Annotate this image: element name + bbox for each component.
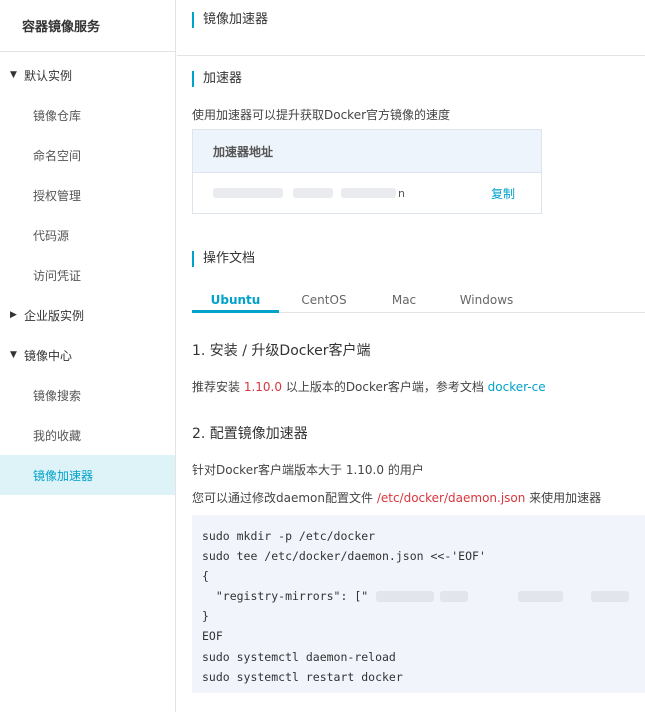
sidebar-item-authorization[interactable]: 授权管理: [0, 175, 175, 215]
step1-title: 1. 安装 / 升级Docker客户端: [192, 343, 371, 359]
caret-down-icon: ▼: [10, 70, 17, 80]
step1-text-middle: 以上版本的Docker客户端，参考文档: [282, 380, 488, 394]
daemon-json-path: /etc/docker/daemon.json: [376, 491, 526, 505]
accelerator-address-row: n 复制: [193, 173, 541, 213]
tab-centos[interactable]: CentOS: [279, 287, 369, 313]
code-line: sudo mkdir -p /etc/docker: [202, 529, 376, 543]
step2-title: 2. 配置镜像加速器: [192, 426, 308, 442]
redacted-mirror-part: [440, 591, 469, 603]
sidebar-item-namespaces[interactable]: 命名空间: [0, 135, 175, 175]
sidebar-title: 容器镜像服务: [0, 0, 175, 52]
caret-right-icon: ▶: [10, 310, 17, 320]
redacted-mirror-part: [591, 591, 630, 603]
redacted-address-part: [213, 188, 283, 198]
tab-mac[interactable]: Mac: [369, 287, 439, 313]
sidebar-item-image-search[interactable]: 镜像搜索: [0, 375, 175, 415]
step1-text-before: 推荐安装: [192, 380, 244, 394]
accelerator-description: 使用加速器可以提升获取Docker官方镜像的速度: [192, 108, 451, 122]
redacted-address-part: [293, 188, 333, 198]
docker-ce-link[interactable]: docker-ce: [488, 380, 546, 394]
sidebar-item-code-source[interactable]: 代码源: [0, 215, 175, 255]
sidebar-item-favorites[interactable]: 我的收藏: [0, 415, 175, 455]
code-line: {: [202, 569, 209, 584]
code-line: EOF: [202, 629, 223, 644]
sidebar-item-repositories[interactable]: 镜像仓库: [0, 95, 175, 135]
page-header: 镜像加速器: [177, 0, 645, 56]
main-content: 镜像加速器 加速器 使用加速器可以提升获取Docker官方镜像的速度 加速器地址…: [177, 0, 645, 712]
copy-button[interactable]: 复制: [491, 185, 515, 202]
tab-ubuntu[interactable]: Ubuntu: [192, 287, 279, 313]
redacted-mirror-part: [518, 591, 564, 603]
sidebar-group-label: 企业版实例: [24, 308, 85, 323]
sidebar-nav: ▼ 默认实例 镜像仓库 命名空间 授权管理 代码源 访问凭证 ▶ 企业版实例 ▼…: [0, 55, 175, 495]
code-block[interactable]: sudo mkdir -p /etc/docker sudo tee /etc/…: [192, 515, 645, 693]
accelerator-address-table: 加速器地址 n 复制: [192, 129, 542, 214]
page-title: 镜像加速器: [192, 12, 268, 28]
caret-down-icon: ▼: [10, 350, 17, 360]
accelerator-section-title: 加速器: [192, 71, 242, 87]
sidebar-item-access-credentials[interactable]: 访问凭证: [0, 255, 175, 295]
redacted-address-part: [341, 188, 396, 198]
accelerator-address-header: 加速器地址: [193, 130, 541, 173]
version-highlight: 1.10.0: [243, 380, 282, 394]
code-line: sudo systemctl restart docker: [202, 669, 403, 684]
step2-line2: 您可以通过修改daemon配置文件 /etc/docker/daemon.jso…: [192, 489, 601, 506]
code-line: }: [202, 609, 209, 624]
sidebar-group-enterprise-instance[interactable]: ▶ 企业版实例: [0, 295, 175, 335]
code-line: sudo systemctl daemon-reload: [202, 649, 396, 664]
step2-line2-after: 来使用加速器: [525, 491, 602, 505]
code-line: sudo tee /etc/docker/daemon.json <<-'EOF…: [202, 549, 486, 564]
code-line-registry: "registry-mirrors": [": [202, 586, 635, 606]
sidebar-group-label: 默认实例: [24, 68, 73, 83]
tab-windows[interactable]: Windows: [439, 287, 534, 313]
sidebar-group-image-center[interactable]: ▼ 镜像中心: [0, 335, 175, 375]
sidebar-group-label: 镜像中心: [24, 348, 73, 363]
sidebar-item-image-accelerator[interactable]: 镜像加速器: [0, 455, 175, 495]
step2-line1: 针对Docker客户端版本大于 1.10.0 的用户: [192, 463, 424, 477]
docs-section-title: 操作文档: [192, 251, 255, 267]
step1-text: 推荐安装 1.10.0 以上版本的Docker客户端，参考文档 docker-c…: [192, 378, 546, 395]
sidebar: 容器镜像服务 ▼ 默认实例 镜像仓库 命名空间 授权管理 代码源 访问凭证 ▶ …: [0, 0, 176, 712]
code-line-text: "registry-mirrors": [": [202, 589, 369, 604]
accelerator-address-text: n: [398, 186, 405, 200]
redacted-mirror-part: [376, 591, 435, 603]
step2-line2-before: 您可以通过修改daemon配置文件: [192, 491, 377, 505]
os-tabs: Ubuntu CentOS Mac Windows: [192, 287, 645, 313]
sidebar-group-default-instance[interactable]: ▼ 默认实例: [0, 55, 175, 95]
